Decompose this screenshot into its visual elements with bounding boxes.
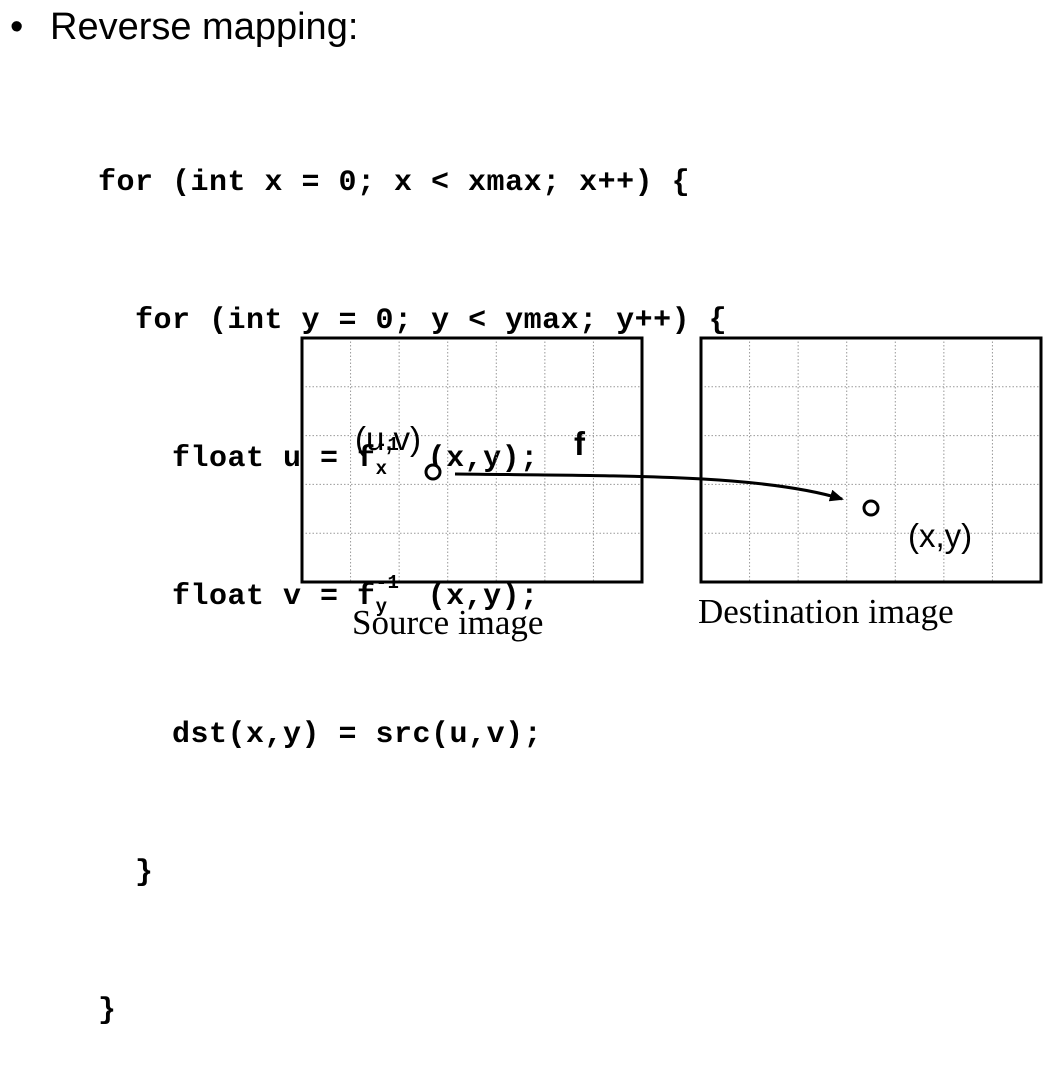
source-point: [424, 463, 442, 481]
mapping-diagram: [300, 336, 1043, 584]
source-point-label: (u,v): [355, 420, 421, 457]
code-line-6-text: }: [135, 856, 154, 890]
destination-point: [862, 499, 880, 517]
destination-image-frame: [699, 336, 1043, 584]
code-line-6: }: [98, 850, 727, 896]
destination-image-grid: [701, 338, 1041, 582]
destination-point-label: (x,y): [908, 517, 973, 554]
code-line-7: }: [98, 994, 117, 1028]
code-line-5: dst(x,y) = src(u,v);: [98, 712, 727, 758]
mapping-arrow: [454, 472, 844, 502]
code-line-5-text: dst(x,y) = src(u,v);: [172, 718, 543, 752]
source-image-grid: [302, 338, 642, 582]
source-caption: Source image: [352, 603, 544, 642]
mapping-function-label: f: [574, 425, 585, 462]
destination-caption: Destination image: [698, 592, 954, 631]
source-image-frame: [300, 336, 644, 584]
